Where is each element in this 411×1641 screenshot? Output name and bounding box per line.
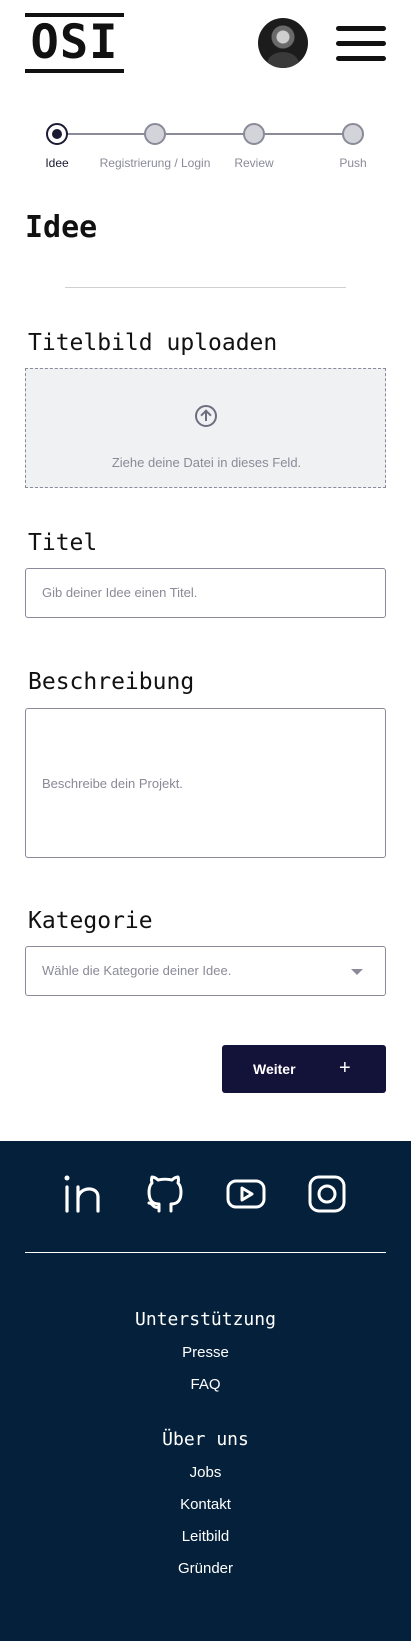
description-textarea[interactable]: Beschreibe dein Projekt.: [25, 708, 386, 858]
page-title: Idee: [25, 210, 98, 245]
category-field-label: Kategorie: [28, 908, 153, 934]
description-field-label: Beschreibung: [28, 669, 195, 695]
logo-text: OSI: [30, 15, 119, 70]
footer-divider: [25, 1252, 386, 1253]
stepper-line: [57, 133, 353, 135]
step-dot-registrierung[interactable]: [144, 123, 166, 145]
description-placeholder: Beschreibe dein Projekt.: [42, 775, 183, 791]
upload-label: Titelbild uploaden: [28, 330, 278, 356]
divider: [65, 287, 346, 288]
step-dot-push[interactable]: [342, 123, 364, 145]
avatar[interactable]: [258, 18, 308, 68]
footer-heading-support: Unterstützung: [135, 1309, 276, 1330]
progress-stepper: Idee Registrierung / Login Review Push: [0, 118, 411, 178]
footer-link-leitbild[interactable]: Leitbild: [0, 1528, 411, 1545]
menu-line: [336, 26, 386, 31]
footer-link-jobs[interactable]: Jobs: [0, 1464, 411, 1481]
upload-hint: Ziehe deine Datei in dieses Feld.: [111, 455, 302, 470]
logo-bottom-bar: [25, 69, 124, 73]
footer-link-kontakt[interactable]: Kontakt: [0, 1496, 411, 1513]
youtube-icon[interactable]: [225, 1173, 267, 1215]
menu-line: [336, 56, 386, 61]
next-button-label: Weiter: [253, 1061, 296, 1077]
title-field-label: Titel: [28, 530, 98, 556]
step-label: Registrierung / Login: [99, 156, 211, 170]
image-upload-dropzone[interactable]: Ziehe deine Datei in dieses Feld.: [25, 368, 386, 488]
instagram-icon[interactable]: [306, 1173, 348, 1215]
footer: Unterstützung Presse FAQ Über uns Jobs K…: [0, 1141, 411, 1641]
footer-link-presse[interactable]: Presse: [0, 1344, 411, 1361]
plus-icon: +: [339, 1057, 351, 1079]
github-icon[interactable]: [144, 1173, 186, 1215]
upload-arrow-icon: [195, 405, 217, 427]
linkedin-icon[interactable]: [62, 1173, 104, 1215]
osi-logo[interactable]: OSI: [25, 13, 124, 74]
step-dot-review[interactable]: [243, 123, 265, 145]
step-dot-idee[interactable]: [46, 123, 68, 145]
footer-link-faq[interactable]: FAQ: [0, 1376, 411, 1393]
next-button[interactable]: Weiter +: [222, 1045, 386, 1093]
title-input[interactable]: Gib deiner Idee einen Titel.: [25, 568, 386, 618]
category-select[interactable]: Wähle die Kategorie deiner Idee.: [25, 946, 386, 996]
step-label: Push: [339, 156, 367, 170]
footer-link-gruender[interactable]: Gründer: [0, 1560, 411, 1577]
category-placeholder: Wähle die Kategorie deiner Idee.: [42, 963, 232, 978]
step-label: Idee: [45, 156, 69, 170]
title-input-placeholder: Gib deiner Idee einen Titel.: [42, 585, 198, 600]
footer-heading-about: Über uns: [162, 1429, 249, 1450]
avatar-figure: [267, 52, 299, 68]
chevron-down-icon: [351, 969, 363, 975]
header: OSI: [0, 0, 411, 90]
menu-line: [336, 41, 386, 46]
step-label: Review: [234, 156, 274, 170]
hamburger-menu-icon[interactable]: [336, 26, 386, 62]
